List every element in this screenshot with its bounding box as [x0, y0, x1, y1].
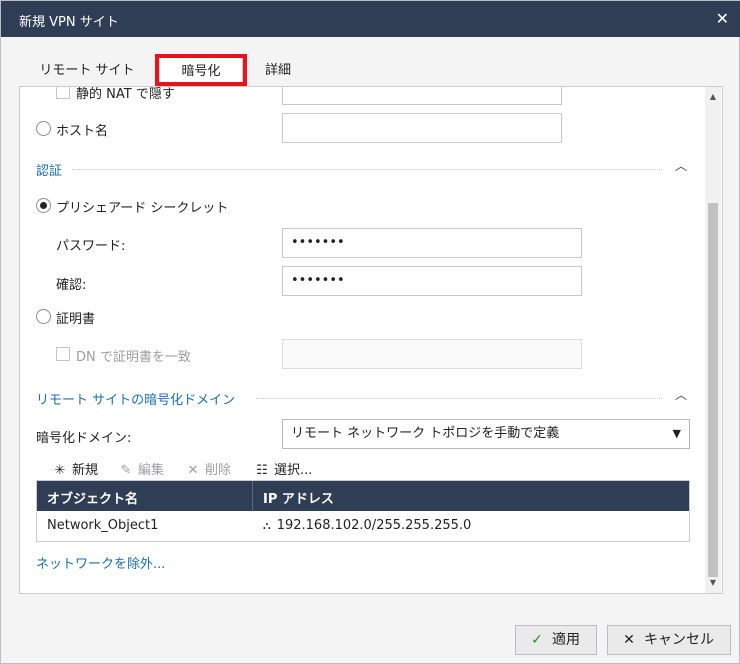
domain-select[interactable]: リモート ネットワーク トポロジを手動で定義 ▼ [282, 419, 690, 449]
delete-button[interactable]: ✕ 削除 [185, 459, 231, 478]
content-scrollbar[interactable]: ▲ ▼ [705, 87, 721, 593]
row-object-name: Network_Object1 [47, 518, 159, 533]
tab-remote-site[interactable]: リモート サイト [25, 55, 149, 87]
domain-collapse-chevron-up-icon[interactable]: ︿ [675, 386, 687, 403]
edit-label: 編集 [138, 463, 165, 478]
table-header: オブジェクト名 IP アドレス [37, 481, 689, 511]
delete-x-icon: ✕ [187, 463, 199, 478]
scroll-down-arrow-icon[interactable]: ▼ [705, 575, 721, 591]
network-topology-icon: ⛬ [263, 519, 271, 532]
new-button[interactable]: ✳ 新規 [52, 459, 98, 478]
domain-section-title: リモート サイトの暗号化ドメイン [36, 393, 236, 408]
delete-label: 削除 [205, 463, 232, 478]
table-row[interactable]: Network_Object1 ⛬ 192.168.102.0/255.255.2… [37, 511, 689, 541]
checkmark-icon: ✓ [531, 632, 543, 648]
tab-bar: リモート サイト 暗号化 詳細 [19, 55, 723, 87]
cancel-x-icon: ✕ [623, 632, 635, 648]
certificate-label: 証明書 [56, 312, 96, 327]
row-ip-value: 192.168.102.0/255.255.255.0 [276, 518, 472, 533]
static-nat-input[interactable] [282, 87, 562, 105]
column-header-object-name[interactable]: オブジェクト名 [47, 488, 138, 507]
static-nat-checkbox[interactable] [56, 87, 70, 99]
vpn-site-dialog: 新規 VPN サイト ✕ リモート サイト 暗号化 詳細 静的 NAT で隠す … [0, 0, 740, 664]
dialog-title: 新規 VPN サイト [19, 15, 119, 30]
psk-label: プリシェアード シークレット [56, 201, 229, 216]
row-ip-address: ⛬ 192.168.102.0/255.255.255.0 [263, 518, 471, 533]
password-input[interactable]: ••••••• [282, 228, 582, 258]
close-icon[interactable]: ✕ [716, 9, 729, 28]
hostname-input[interactable] [282, 113, 562, 143]
select-button[interactable]: ☷ 選択... [254, 459, 312, 478]
apply-button[interactable]: ✓ 適用 [515, 625, 597, 655]
psk-radio[interactable] [36, 198, 51, 213]
dn-match-label: DN で証明書を一致 [76, 350, 191, 365]
tab-advanced[interactable]: 詳細 [253, 55, 303, 87]
password-label: パスワード: [56, 239, 126, 254]
pencil-icon: ✎ [120, 463, 132, 478]
tab-encryption[interactable]: 暗号化 [159, 55, 243, 87]
select-label: 選択... [274, 463, 313, 478]
cancel-label: キャンセル [644, 632, 714, 648]
auth-section-title: 認証 [36, 164, 63, 179]
dn-match-checkbox[interactable] [56, 347, 70, 361]
tab-content-panel: 静的 NAT で隠す ホスト名 認証 ︿ プリシェアード シークレット パスワー… [19, 86, 723, 594]
dn-input[interactable] [282, 339, 582, 369]
auth-section-divider [72, 169, 662, 170]
new-label: 新規 [72, 463, 99, 478]
domain-section-divider [256, 398, 662, 399]
certificate-radio[interactable] [36, 309, 51, 324]
exclude-network-link[interactable]: ネットワークを除外... [36, 553, 165, 572]
auth-collapse-chevron-up-icon[interactable]: ︿ [675, 157, 687, 174]
dialog-titlebar: 新規 VPN サイト ✕ [1, 1, 740, 37]
apply-label: 適用 [552, 632, 580, 648]
select-list-icon: ☷ [256, 463, 268, 478]
scroll-thumb[interactable] [708, 203, 718, 577]
column-header-ip-address[interactable]: IP アドレス [263, 488, 334, 507]
cancel-button[interactable]: ✕ キャンセル [607, 625, 731, 655]
dropdown-arrow-icon: ▼ [672, 427, 681, 440]
hostname-radio[interactable] [36, 121, 51, 136]
network-object-table: オブジェクト名 IP アドレス Network_Object1 ⛬ 192.168… [36, 480, 690, 542]
static-nat-label: 静的 NAT で隠す [76, 87, 175, 102]
scroll-up-arrow-icon[interactable]: ▲ [705, 89, 721, 105]
edit-button[interactable]: ✎ 編集 [118, 459, 164, 478]
domain-label: 暗号化ドメイン: [36, 431, 132, 446]
confirm-label: 確認: [56, 278, 87, 293]
hostname-label: ホスト名 [56, 124, 109, 139]
column-separator [252, 481, 253, 511]
new-star-icon: ✳ [54, 463, 66, 478]
confirm-input[interactable]: ••••••• [282, 266, 582, 296]
domain-select-value: リモート ネットワーク トポロジを手動で定義 [291, 426, 560, 441]
